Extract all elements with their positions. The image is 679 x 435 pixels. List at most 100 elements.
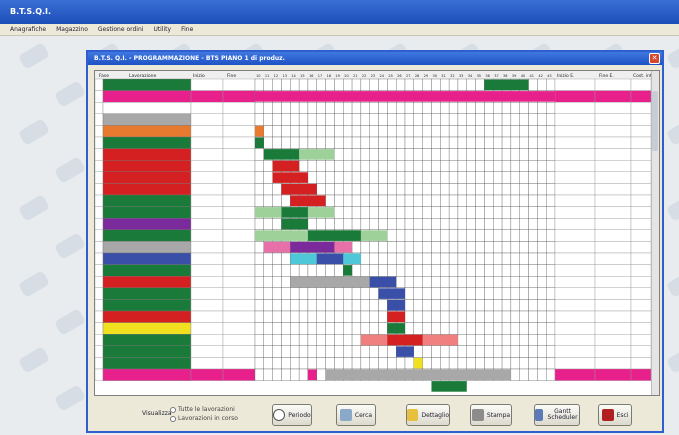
grid-cell [369, 102, 379, 114]
grid-cell [396, 276, 406, 288]
fine-e-cell [594, 78, 632, 91]
grid-cell [475, 183, 485, 196]
grid-cell [378, 125, 388, 138]
column-header: Lavorazione [129, 73, 157, 79]
radio-icon[interactable] [170, 406, 176, 413]
grid-cell [431, 218, 441, 230]
menu-item-1[interactable]: Magazzino [56, 26, 88, 33]
gantt-bar [387, 323, 405, 334]
grid-cell [466, 125, 476, 138]
grid-cell [528, 148, 538, 161]
grid-cell [360, 78, 370, 91]
cerca-button[interactable]: Cerca [336, 404, 376, 426]
vertical-scrollbar[interactable] [651, 71, 659, 395]
row-label-cell [102, 345, 192, 358]
grid-cell [493, 206, 503, 219]
stampa-button[interactable]: Stampa [470, 404, 512, 426]
close-button[interactable]: ✕ [649, 53, 660, 64]
cost-cell [630, 78, 651, 91]
esci-button[interactable]: Esci [598, 404, 632, 426]
date-start-cell [190, 241, 224, 254]
date-start-cell [190, 183, 224, 196]
grid-cell [493, 252, 503, 265]
grid-cell [448, 206, 459, 219]
grid-cell [466, 183, 476, 196]
day-header: 36 [485, 74, 489, 78]
grid-cell [519, 206, 529, 219]
grid-cell [325, 357, 335, 370]
date-end-cell [222, 194, 256, 207]
view-option-all[interactable]: Tutte le lavorazioni [170, 406, 235, 413]
grid-cell [369, 125, 379, 138]
grid-cell [537, 171, 547, 184]
grid-cell [334, 171, 344, 184]
view-option-in-progress[interactable]: Lavorazioni in corso [170, 415, 238, 422]
grid-cell [546, 357, 556, 370]
grid-cell [334, 357, 344, 370]
grid-cell [546, 252, 556, 265]
grid-cell [369, 194, 379, 207]
grid-cell [325, 136, 335, 149]
grid-cell [325, 310, 335, 323]
grid-cell [404, 206, 414, 219]
grid-cell [475, 345, 485, 358]
grid-cell [413, 241, 423, 254]
grid-cell [351, 218, 362, 230]
grid-cell [493, 322, 503, 335]
grid-cell [254, 322, 264, 335]
gantt-button[interactable]: Gantt Scheduler [534, 404, 580, 426]
grid-cell [466, 322, 476, 335]
radio-icon[interactable] [170, 415, 176, 422]
scroll-thumb[interactable] [652, 91, 658, 151]
grid-cell [519, 229, 529, 242]
grid-cell [387, 194, 397, 207]
periodo-button[interactable]: Periodo [272, 404, 312, 426]
grid-cell [422, 102, 432, 114]
grid-cell [316, 299, 326, 312]
grid-cell [448, 78, 459, 91]
fine-e-cell [594, 217, 632, 230]
grid-cell [493, 357, 503, 370]
grid-cell [298, 160, 309, 172]
row-label-cell [102, 90, 192, 103]
grid-cell [466, 276, 476, 288]
grid-cell [316, 78, 326, 91]
inizio-e-cell [554, 345, 596, 358]
row-marker [95, 275, 104, 288]
dettaglio-button[interactable]: Dettaglio [406, 404, 450, 426]
grid-cell [387, 102, 397, 114]
date-start-cell [190, 194, 224, 207]
grid-cell [404, 102, 414, 114]
grid-cell [413, 299, 423, 312]
grid-cell [448, 276, 459, 288]
grid-cell [528, 345, 538, 358]
grid-cell [316, 287, 326, 300]
grid-cell [537, 183, 547, 196]
grid-cell [537, 310, 547, 323]
grid-cell [396, 125, 406, 138]
grid-cell [457, 148, 467, 161]
menu-bar: Anagrafiche Magazzino Gestione ordini Utili… [0, 24, 679, 36]
date-end-cell [222, 102, 256, 115]
menu-item-3[interactable]: Utility [153, 26, 171, 33]
grid-cell [448, 252, 459, 265]
date-end-cell [222, 310, 256, 323]
gantt-bar [307, 207, 335, 218]
menu-item-4[interactable]: Fine [181, 26, 193, 33]
day-header: 32 [450, 74, 454, 78]
grid-cell [422, 229, 432, 242]
grid-cell [484, 194, 494, 207]
grid-cell [519, 125, 529, 138]
cost-cell [630, 368, 651, 381]
grid-cell [360, 322, 370, 335]
inizio-e-cell [554, 264, 596, 277]
grid-cell [519, 136, 529, 149]
grid-cell [493, 276, 503, 288]
grid-cell [254, 183, 264, 196]
gantt-window: B.T.S. Q.I. - PROGRAMMAZIONE - BTS PIANO… [86, 50, 664, 433]
menu-item-2[interactable]: Gestione ordini [98, 26, 144, 33]
grid-cell [546, 322, 556, 335]
grid-cell [431, 229, 441, 242]
menu-item-0[interactable]: Anagrafiche [10, 26, 46, 33]
grid-cell [457, 357, 467, 370]
